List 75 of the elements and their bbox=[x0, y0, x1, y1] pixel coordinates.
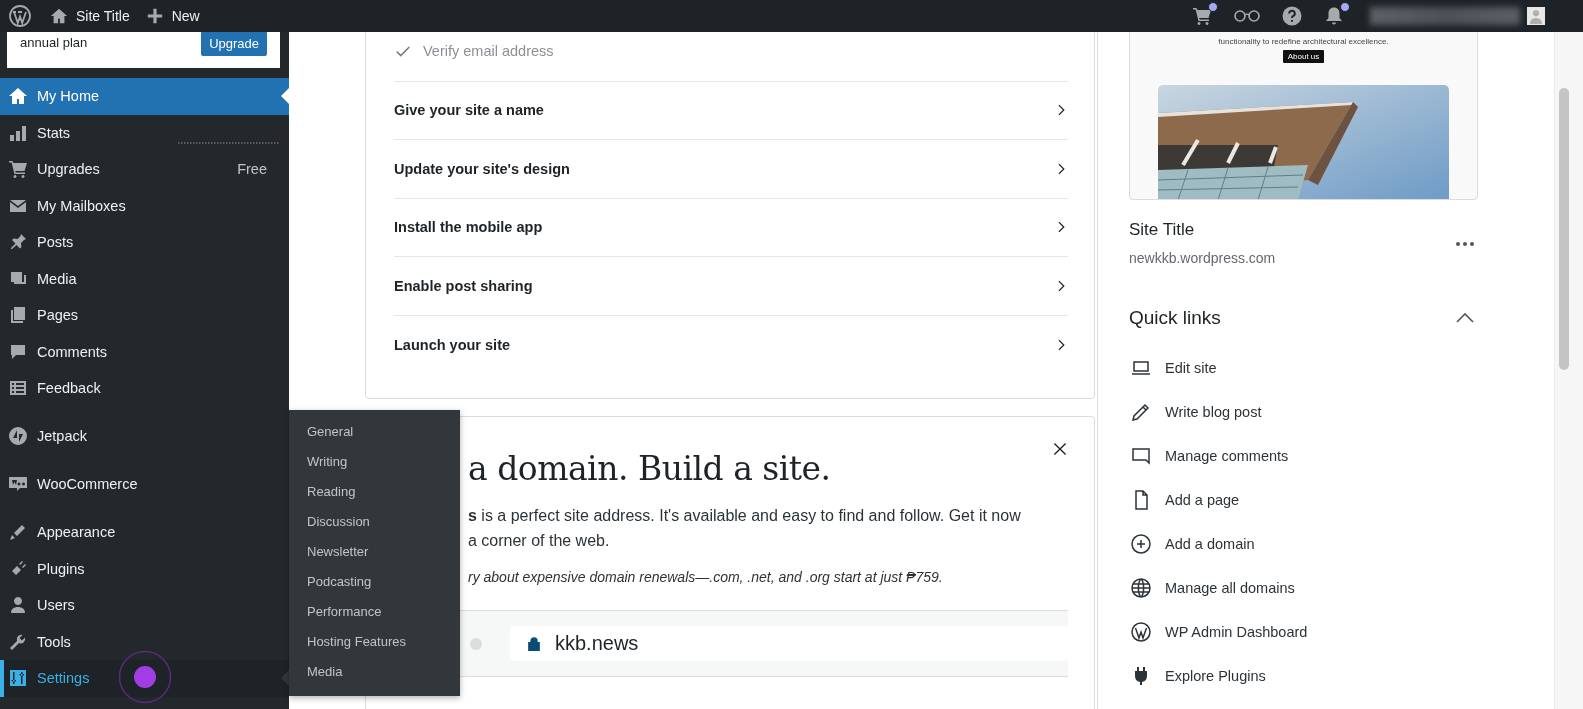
quick-link[interactable]: Add a page bbox=[1129, 478, 1240, 522]
menu-item[interactable]: Comments bbox=[0, 333, 289, 370]
card-note: ry about expensive domain renewals—.com, .net, and .org start at just ₱759. bbox=[468, 568, 944, 587]
submenu-item[interactable]: General bbox=[289, 417, 354, 447]
menu-item[interactable]: Plugins bbox=[0, 550, 289, 587]
checklist-item[interactable]: Give your site a name bbox=[394, 81, 1068, 140]
more-icon[interactable] bbox=[1455, 240, 1475, 247]
plus-icon bbox=[145, 7, 164, 25]
card-text: s is a perfect site address. It's available and easy to find and follow. Get it now bbox=[468, 506, 1022, 526]
card-heading: a domain. Build a site. bbox=[468, 448, 831, 490]
site-url: newkkb.wordpress.com bbox=[1129, 249, 1276, 268]
menu-item[interactable]: Users bbox=[0, 587, 289, 624]
radio-dot bbox=[470, 637, 482, 650]
checklist-item[interactable]: Enable post sharing bbox=[394, 257, 1068, 316]
menu-item[interactable]: Feedback bbox=[0, 370, 289, 407]
menu-item[interactable]: Stats bbox=[0, 114, 289, 151]
sliders-icon bbox=[8, 668, 28, 689]
site-title: Site Title bbox=[1129, 219, 1195, 241]
preview-text: functionality to redefine architectural excellence. bbox=[1218, 37, 1389, 46]
submenu-item[interactable]: Writing bbox=[289, 447, 348, 477]
glasses-icon[interactable] bbox=[1234, 9, 1260, 23]
menu-item[interactable]: Media bbox=[0, 260, 289, 297]
menu-pointer bbox=[281, 88, 289, 105]
quick-link[interactable]: Explore Plugins bbox=[1129, 654, 1266, 698]
wordpress-icon bbox=[1129, 620, 1153, 644]
cart-icon bbox=[8, 159, 28, 180]
menu-item[interactable]: Jetpack bbox=[0, 418, 289, 455]
pages-icon bbox=[8, 305, 28, 326]
quick-link[interactable]: Add a domain bbox=[1129, 522, 1255, 566]
close-icon[interactable] bbox=[1052, 441, 1068, 457]
site-title-link[interactable]: Site Title bbox=[50, 7, 130, 25]
lock-icon bbox=[528, 636, 540, 651]
quick-link[interactable]: Manage all domains bbox=[1129, 566, 1295, 610]
globe-icon bbox=[1129, 576, 1153, 600]
submenu-item[interactable]: Podcasting bbox=[289, 567, 372, 597]
menu-item[interactable]: WooCommerce bbox=[0, 466, 289, 503]
submenu-item[interactable]: Hosting Features bbox=[289, 627, 406, 657]
quick-link[interactable]: WP Admin Dashboard bbox=[1129, 610, 1308, 654]
cart-button[interactable] bbox=[1192, 2, 1218, 26]
notifications-button[interactable] bbox=[1324, 2, 1350, 26]
quick-links-title: Quick links bbox=[1129, 306, 1221, 330]
submenu-item[interactable]: Discussion bbox=[289, 507, 370, 537]
person-icon bbox=[8, 595, 28, 616]
menu-item[interactable]: Settings bbox=[0, 660, 289, 697]
submenu-item[interactable]: Performance bbox=[289, 597, 382, 627]
upgrade-button[interactable]: Upgrade bbox=[201, 30, 267, 56]
home-icon bbox=[8, 86, 28, 107]
menu-item[interactable]: Pages bbox=[0, 297, 289, 334]
paintbrush-icon bbox=[8, 522, 28, 543]
card-text: a corner of the web. bbox=[468, 531, 611, 551]
submenu-item[interactable]: Media bbox=[289, 657, 343, 687]
menu-item[interactable]: My Home bbox=[0, 78, 289, 115]
domain-field[interactable]: kkb.news bbox=[510, 626, 1068, 661]
chevron-up-icon[interactable] bbox=[1455, 312, 1475, 324]
banner-text: annual plan bbox=[20, 34, 89, 52]
home-icon bbox=[50, 7, 68, 25]
menu-item[interactable]: Appearance bbox=[0, 514, 289, 551]
menu-item[interactable]: My Mailboxes bbox=[0, 187, 289, 224]
quick-link[interactable]: Write blog post bbox=[1129, 390, 1262, 434]
new-link[interactable]: New bbox=[145, 7, 200, 25]
menu-item[interactable]: Upgrades Free bbox=[0, 151, 289, 188]
help-icon[interactable] bbox=[1282, 6, 1302, 26]
wordpress-logo-icon[interactable] bbox=[8, 4, 32, 28]
checklist-item[interactable]: Update your site's design bbox=[394, 140, 1068, 199]
cursor-highlight bbox=[118, 650, 172, 704]
quick-link[interactable]: Edit site bbox=[1129, 346, 1217, 390]
checklist-item[interactable]: Install the mobile app bbox=[394, 198, 1068, 257]
menu-item[interactable]: Posts bbox=[0, 224, 289, 261]
scrollbar-thumb[interactable] bbox=[1559, 88, 1569, 370]
menu-item[interactable]: Tools bbox=[0, 623, 289, 660]
submenu-item[interactable]: Reading bbox=[289, 477, 356, 507]
plan-label: Free bbox=[237, 161, 267, 178]
checklist-item[interactable]: Launch your site bbox=[394, 315, 1068, 374]
submenu-item[interactable]: Newsletter bbox=[289, 537, 369, 567]
quick-link[interactable]: Manage comments bbox=[1129, 434, 1289, 478]
